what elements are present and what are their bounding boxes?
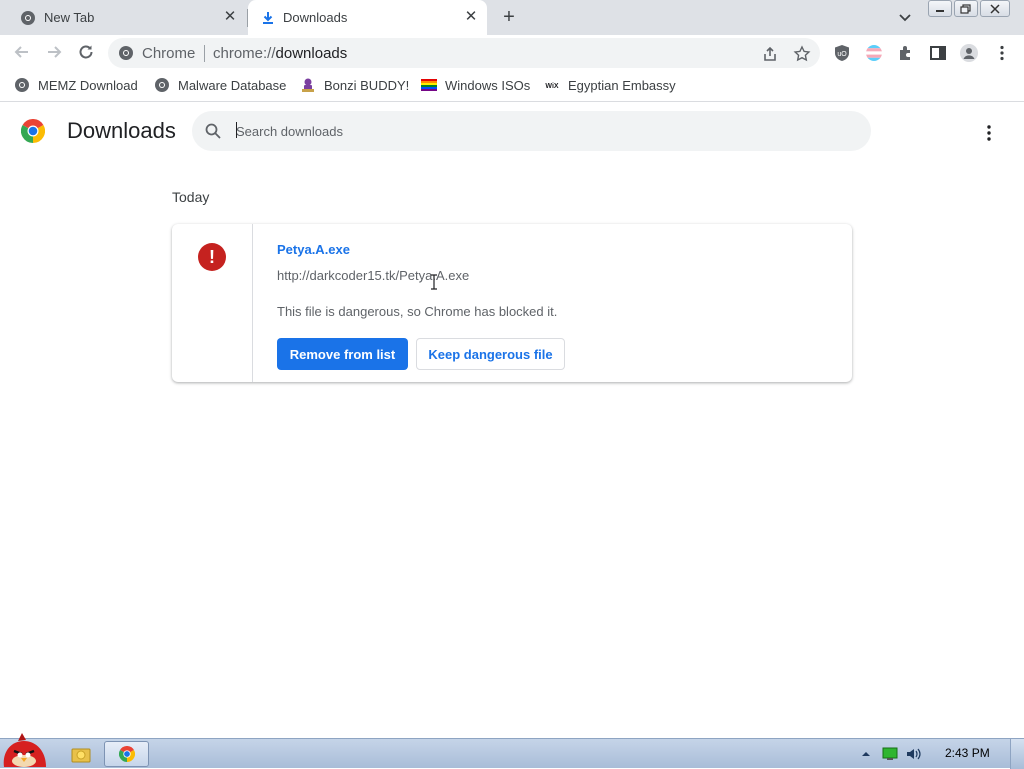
- close-icon[interactable]: ✕: [463, 9, 479, 25]
- site-chip: Chrome: [142, 45, 196, 62]
- tab-new-tab[interactable]: New Tab ✕: [0, 0, 246, 35]
- window-controls: [928, 0, 1012, 17]
- bookmark-label: Egyptian Embassy: [568, 77, 676, 93]
- trans-flag-icon[interactable]: [865, 44, 883, 62]
- address-bar[interactable]: Chrome chrome://downloads: [108, 38, 820, 68]
- taskbar-chrome-button[interactable]: [104, 741, 149, 767]
- bookmark-label: Malware Database: [178, 77, 287, 93]
- download-icon-column: !: [172, 224, 253, 382]
- download-icon: [263, 12, 273, 24]
- download-source-url[interactable]: http://darkcoder15.tk/Petya.A.exe: [277, 268, 469, 283]
- minimize-button[interactable]: [928, 0, 952, 17]
- bonzi-icon: [302, 78, 314, 92]
- chrome-icon: [21, 11, 35, 25]
- search-input[interactable]: [236, 121, 836, 141]
- system-clock[interactable]: 2:43 PM: [945, 746, 990, 760]
- text-caret: [236, 122, 237, 138]
- svg-text:WiX: WiX: [545, 83, 558, 90]
- close-icon: [990, 3, 1000, 14]
- more-actions-icon[interactable]: [979, 123, 999, 143]
- ibeam-cursor-icon: [431, 274, 437, 290]
- bookmark-bonzi-buddy[interactable]: Bonzi BUDDY!: [300, 76, 409, 94]
- reload-icon[interactable]: [76, 42, 96, 62]
- restore-button[interactable]: [954, 0, 978, 17]
- danger-warning-icon: !: [198, 243, 226, 271]
- bookmark-label: MEMZ Download: [38, 77, 138, 93]
- search-box[interactable]: [192, 111, 871, 151]
- chrome-logo-icon: [119, 746, 135, 762]
- search-icon: [205, 123, 221, 139]
- forward-arrow-icon[interactable]: [44, 42, 64, 62]
- tab-title: Downloads: [283, 10, 348, 25]
- chevron-down-icon[interactable]: [896, 8, 914, 26]
- taskbar: 2:43 PM: [0, 733, 1024, 769]
- start-button-angry-bird-icon[interactable]: [0, 731, 50, 769]
- bookmark-windows-isos[interactable]: Windows ISOs: [421, 76, 530, 94]
- network-icon[interactable]: [882, 747, 898, 761]
- wix-icon: WiX: [545, 83, 558, 90]
- volume-icon[interactable]: [906, 747, 922, 761]
- omnibox-separator: [204, 45, 205, 62]
- rainbow-flag-icon: [421, 79, 437, 91]
- tab-downloads[interactable]: Downloads ✕: [248, 0, 487, 35]
- downloads-header: Downloads: [0, 103, 1024, 159]
- globe-icon: [155, 78, 169, 92]
- download-item-card: ! Petya.A.exe http://darkcoder15.tk/Pety…: [172, 224, 852, 382]
- browser-toolbar: Chrome chrome://downloads uO: [0, 35, 1024, 69]
- puzzle-icon[interactable]: [897, 44, 915, 62]
- profile-avatar-icon[interactable]: [960, 44, 978, 62]
- tray-expand-icon[interactable]: [861, 747, 871, 761]
- bookmarks-bar: MEMZ Download Malware Database Bonzi BUD…: [0, 69, 1024, 102]
- close-window-button[interactable]: [980, 0, 1010, 17]
- kebab-menu-icon[interactable]: [993, 44, 1011, 62]
- page-title: Downloads: [67, 118, 176, 143]
- url-text: chrome://downloads: [213, 45, 347, 62]
- url-scheme: chrome://: [213, 45, 276, 62]
- new-tab-button[interactable]: +: [499, 7, 519, 27]
- ublock-icon[interactable]: uO: [833, 44, 851, 62]
- chrome-logo-icon: [21, 119, 45, 143]
- download-file-name[interactable]: Petya.A.exe: [277, 242, 350, 257]
- url-host: downloads: [275, 45, 348, 62]
- bookmark-label: Bonzi BUDDY!: [324, 77, 410, 93]
- star-icon[interactable]: [793, 45, 811, 63]
- minimize-icon: [936, 9, 944, 12]
- restore-icon: [960, 3, 971, 14]
- globe-icon: [15, 78, 29, 92]
- back-arrow-icon[interactable]: [12, 42, 32, 62]
- date-heading: Today: [172, 189, 210, 205]
- chrome-icon: [119, 46, 133, 60]
- share-icon[interactable]: [761, 45, 779, 63]
- folder-sun-icon[interactable]: [70, 743, 92, 765]
- side-panel-icon[interactable]: [929, 44, 947, 62]
- keep-dangerous-file-button[interactable]: Keep dangerous file: [416, 338, 565, 370]
- remove-from-list-button[interactable]: Remove from list: [277, 338, 408, 370]
- svg-text:uO: uO: [837, 51, 847, 58]
- bookmark-egyptian-embassy[interactable]: WiX Egyptian Embassy: [544, 76, 676, 94]
- bookmark-malware-database[interactable]: Malware Database: [154, 76, 286, 94]
- close-icon[interactable]: ✕: [222, 9, 238, 25]
- show-desktop-button[interactable]: [1010, 739, 1024, 769]
- bookmark-label: Windows ISOs: [445, 77, 531, 93]
- download-status-text: This file is dangerous, so Chrome has bl…: [277, 304, 558, 319]
- bookmark-memz-download[interactable]: MEMZ Download: [14, 76, 138, 94]
- tab-strip: New Tab ✕ Downloads ✕ +: [0, 0, 1024, 35]
- tab-title: New Tab: [44, 10, 95, 25]
